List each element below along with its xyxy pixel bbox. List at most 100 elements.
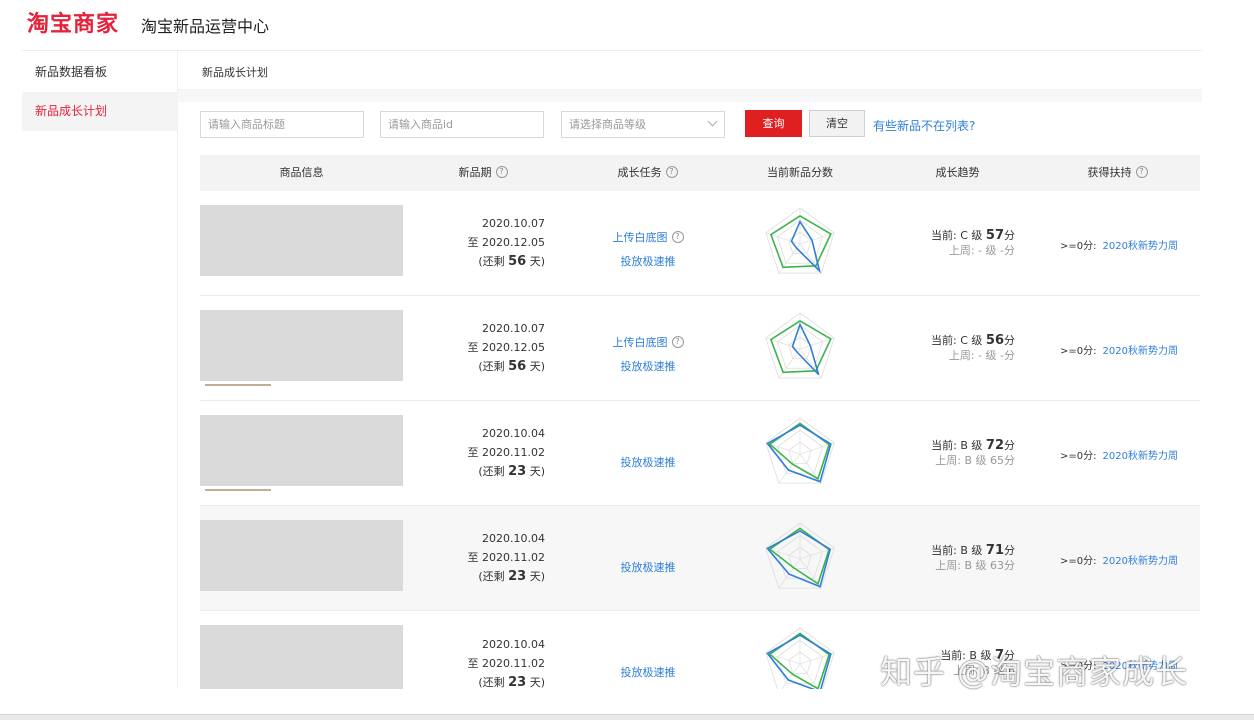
current-score: 当前: B 级 72分 <box>931 438 1015 453</box>
task-boost-promo[interactable]: 投放极速推 <box>578 355 718 379</box>
support-campaign-link[interactable]: 2020秋新势力周 <box>1103 346 1178 357</box>
section-gap <box>178 90 1202 102</box>
chevron-down-icon <box>707 116 718 127</box>
support-cell: >=0分: 2020秋新势力周 <box>1060 342 1178 357</box>
growth-trend-cell: 当前: C 级 56分 上周: - 级 -分 <box>900 333 1015 363</box>
new-period-cell: 2020.10.04 至 2020.11.02 (还剩 23 天) <box>430 529 545 586</box>
new-period-cell: 2020.10.04 至 2020.11.02 (还剩 23 天) <box>430 424 545 481</box>
growth-task-cell: 投放极速推 <box>578 661 718 685</box>
product-image[interactable] <box>200 310 403 386</box>
task-upload-white-bg[interactable]: 上传白底图? <box>578 331 718 355</box>
last-week-score: 上周: - 级 -分 <box>948 244 1015 257</box>
query-button[interactable]: 查询 <box>745 110 802 137</box>
product-image-strip <box>205 384 271 386</box>
growth-task-cell: 投放极速推 <box>578 451 718 475</box>
task-boost-promo[interactable]: 投放极速推 <box>578 661 718 685</box>
period-start: 2020.10.07 <box>482 217 545 230</box>
growth-task-cell: 投放极速推 <box>578 556 718 580</box>
sidebar: 新品数据看板 新品成长计划 <box>22 51 178 689</box>
app-header: 淘宝商家 淘宝新品运营中心 <box>0 0 1254 50</box>
th-label: 当前新品分数 <box>767 166 833 179</box>
period-start: 2020.10.04 <box>482 532 545 545</box>
last-week-score: 上周: B 级 63分 <box>935 559 1015 572</box>
support-threshold: >=0分: <box>1060 241 1097 252</box>
score-radar-chart <box>765 207 835 274</box>
sidebar-item-dashboard[interactable]: 新品数据看板 <box>22 53 178 92</box>
support-cell: >=0分: 2020秋新势力周 <box>1060 447 1178 462</box>
product-image[interactable] <box>200 520 403 591</box>
radar-series-green <box>768 632 831 689</box>
help-icon[interactable]: ? <box>671 336 684 348</box>
breadcrumb: 新品成长计划 <box>202 66 268 79</box>
th-growth-trend: 成长趋势 <box>880 155 1035 191</box>
help-icon[interactable]: ? <box>671 231 684 243</box>
clear-button[interactable]: 清空 <box>809 110 865 137</box>
score-radar-chart <box>765 312 835 379</box>
radar-series-green <box>768 527 831 586</box>
table-row: 2020.10.04 至 2020.11.02 (还剩 23 天) 投放极速推 … <box>200 401 1200 506</box>
product-image[interactable] <box>200 625 403 689</box>
th-label: 商品信息 <box>279 166 324 179</box>
title-search-input[interactable]: 请输入商品标题 <box>200 111 364 138</box>
support-campaign-link[interactable]: 2020秋新势力周 <box>1103 451 1178 462</box>
period-start: 2020.10.04 <box>482 427 545 440</box>
product-image[interactable] <box>200 205 403 276</box>
brand-logo[interactable]: 淘宝商家 <box>27 6 119 38</box>
support-cell: >=0分: 2020秋新势力周 <box>1060 552 1178 567</box>
grade-select-placeholder: 请选择商品等级 <box>569 118 646 131</box>
sidebar-item-growth-plan[interactable]: 新品成长计划 <box>22 92 178 131</box>
support-threshold: >=0分: <box>1060 451 1097 462</box>
period-remain: (还剩 56 天) <box>478 254 545 269</box>
help-icon[interactable]: ? <box>665 166 678 178</box>
th-label: 成长趋势 <box>935 166 980 179</box>
new-period-cell: 2020.10.07 至 2020.12.05 (还剩 56 天) <box>430 214 545 271</box>
product-image[interactable] <box>200 415 403 491</box>
th-new-period: 新品期? <box>403 155 563 191</box>
current-score: 当前: C 级 56分 <box>931 333 1015 348</box>
table-row: 2020.10.04 至 2020.11.02 (还剩 23 天) 投放极速推 … <box>200 506 1200 611</box>
task-boost-promo[interactable]: 投放极速推 <box>578 556 718 580</box>
id-search-input[interactable]: 请输入商品id <box>380 111 544 138</box>
period-end: 至 2020.12.05 <box>467 341 545 354</box>
grade-select[interactable]: 请选择商品等级 <box>561 111 725 138</box>
task-upload-white-bg[interactable]: 上传白底图? <box>578 226 718 250</box>
support-campaign-link[interactable]: 2020秋新势力周 <box>1103 241 1178 252</box>
task-boost-promo[interactable]: 投放极速推 <box>578 250 718 274</box>
th-growth-task: 成长任务? <box>570 155 725 191</box>
period-remain: (还剩 23 天) <box>478 569 545 584</box>
growth-trend-cell: 当前: C 级 57分 上周: - 级 -分 <box>900 228 1015 258</box>
th-support: 获得扶持? <box>1035 155 1200 191</box>
new-period-cell: 2020.10.07 至 2020.12.05 (还剩 56 天) <box>430 319 545 376</box>
th-label: 新品期 <box>458 166 492 179</box>
support-cell: >=0分: 2020秋新势力周 <box>1060 237 1178 252</box>
score-radar-chart <box>765 522 835 589</box>
help-icon[interactable]: ? <box>495 166 508 178</box>
support-campaign-link[interactable]: 2020秋新势力周 <box>1103 556 1178 567</box>
table-row: 2020.10.07 至 2020.12.05 (还剩 56 天) 上传白底图?… <box>200 296 1200 401</box>
period-end: 至 2020.11.02 <box>467 657 545 670</box>
growth-trend-cell: 当前: B 级 72分 上周: B 级 65分 <box>900 438 1015 468</box>
last-week-score: 上周: - 级 -分 <box>948 349 1015 362</box>
score-radar-chart <box>765 417 835 484</box>
table-row: 2020.10.07 至 2020.12.05 (还剩 56 天) 上传白底图?… <box>200 191 1200 296</box>
period-remain: (还剩 56 天) <box>478 359 545 374</box>
period-start: 2020.10.04 <box>482 638 545 651</box>
growth-trend-cell: 当前: B 级 71分 上周: B 级 63分 <box>900 543 1015 573</box>
period-remain: (还剩 23 天) <box>478 675 545 690</box>
bottom-scrollbar[interactable] <box>0 714 1254 720</box>
radar-axis <box>778 348 801 379</box>
task-boost-promo[interactable]: 投放极速推 <box>578 451 718 475</box>
support-threshold: >=0分: <box>1060 556 1097 567</box>
period-end: 至 2020.12.05 <box>467 236 545 249</box>
radar-axis <box>778 453 801 484</box>
period-end: 至 2020.11.02 <box>467 551 545 564</box>
missing-products-link[interactable]: 有些新品不在列表? <box>873 117 975 134</box>
period-remain: (还剩 23 天) <box>478 464 545 479</box>
radar-series-green <box>768 422 831 480</box>
th-product-info: 商品信息 <box>200 155 403 191</box>
th-label: 成长任务 <box>617 166 662 179</box>
help-icon[interactable]: ? <box>1135 166 1148 178</box>
watermark: 知乎 @淘宝商家成长 <box>880 653 1189 691</box>
product-image-strip <box>205 489 271 491</box>
current-score: 当前: B 级 71分 <box>931 543 1015 558</box>
